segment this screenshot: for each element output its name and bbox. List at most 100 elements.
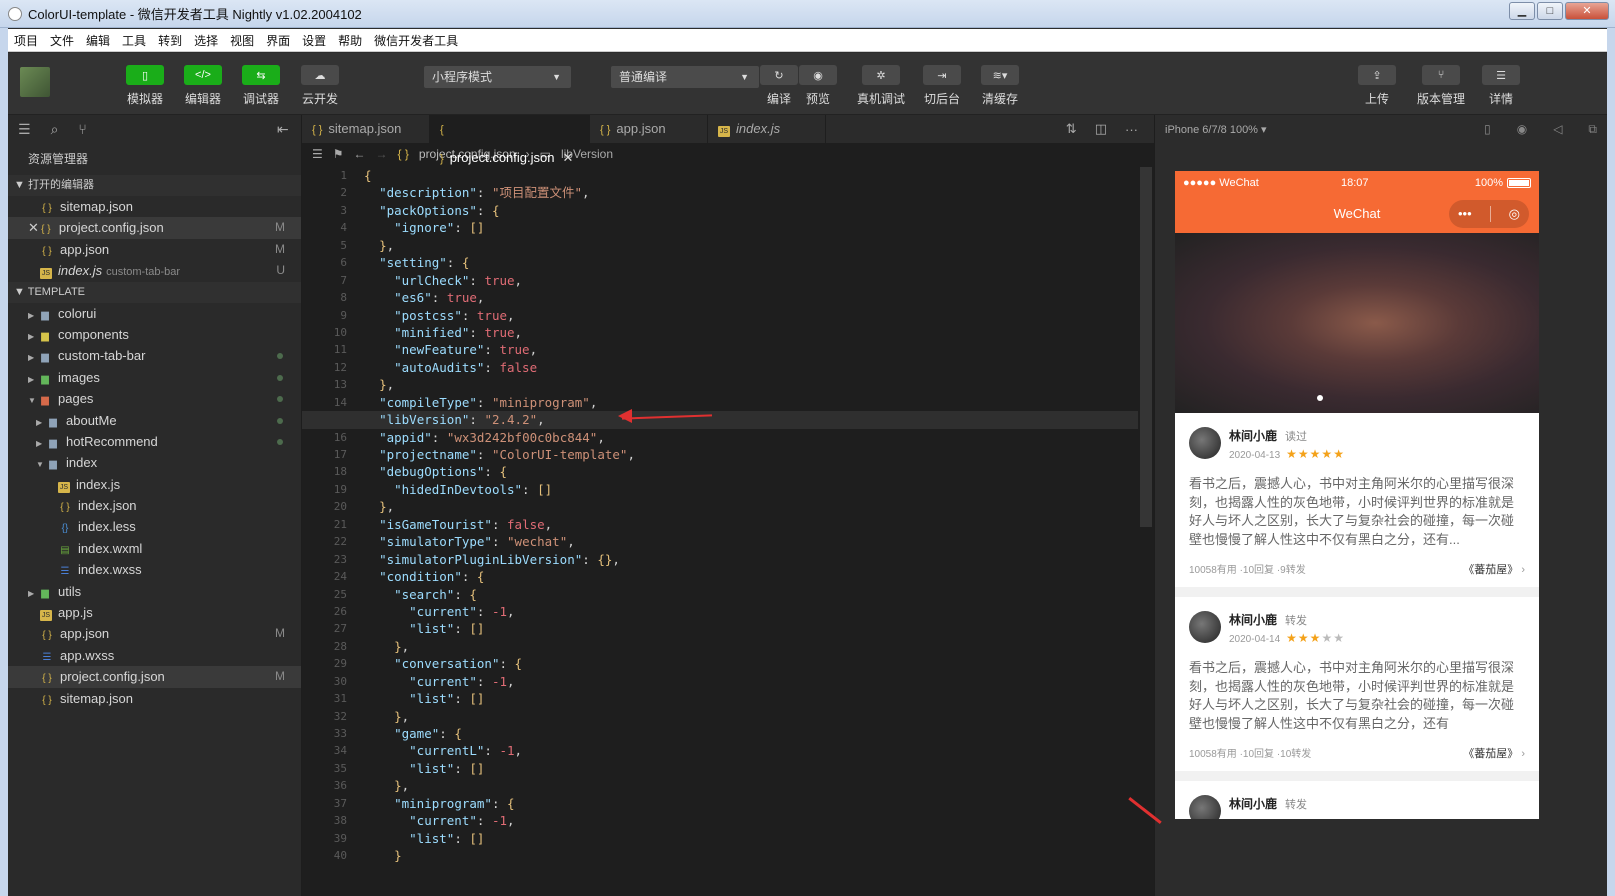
close-icon[interactable]: ✕: [28, 220, 39, 235]
open-file-app-json[interactable]: { } app.json M: [8, 239, 301, 260]
compile-mode-select[interactable]: 普通编译 ▼: [611, 66, 759, 88]
tree-app-js[interactable]: JS app.js: [8, 602, 301, 623]
code-line[interactable]: "projectname": "ColorUI-template",: [364, 446, 1144, 463]
more-dots-icon[interactable]: •••: [1458, 200, 1472, 228]
tree-index-js[interactable]: JS index.js: [8, 474, 301, 495]
remote-debug-button[interactable]: ✲ 真机调试: [851, 65, 911, 107]
tab-app-json[interactable]: { } app.json: [590, 115, 708, 143]
search-icon[interactable]: ⌕: [51, 121, 59, 138]
code-line[interactable]: "search": {: [364, 586, 1144, 603]
tree-utils[interactable]: ▶ ▆ utils: [8, 581, 301, 602]
maximize-button[interactable]: □: [1537, 2, 1563, 20]
tree-index-json[interactable]: { } index.json: [8, 495, 301, 516]
clear-cache-button[interactable]: ≋▾ 清缓存: [972, 65, 1028, 107]
tree-colorui[interactable]: ▶ ▆ colorui: [8, 303, 301, 324]
tree-index-less[interactable]: {} index.less: [8, 516, 301, 537]
code-line[interactable]: {: [364, 167, 1144, 184]
code-line[interactable]: },: [364, 376, 1144, 393]
menu-goto[interactable]: 转到: [152, 32, 188, 49]
tree-app-wxss[interactable]: ☰ app.wxss: [8, 645, 301, 666]
collapse-icon[interactable]: ⇤: [277, 121, 289, 138]
menu-interface[interactable]: 界面: [260, 32, 296, 49]
code-line[interactable]: "newFeature": true,: [364, 341, 1144, 358]
code-line[interactable]: "appid": "wx3d242bf00c0bc844",: [364, 429, 1144, 446]
outline-icon[interactable]: ☰: [312, 143, 323, 165]
code-line[interactable]: "simulatorType": "wechat",: [364, 533, 1144, 550]
close-circle-icon[interactable]: ◎: [1509, 200, 1520, 228]
code-line[interactable]: "postcss": true,: [364, 307, 1144, 324]
code-line[interactable]: "compileType": "miniprogram",: [364, 394, 1144, 411]
preview-button[interactable]: ◉ 预览: [790, 65, 846, 107]
code-line[interactable]: "description": "项目配置文件",: [364, 184, 1144, 201]
rotate-icon[interactable]: ▯: [1484, 122, 1491, 136]
minimize-button[interactable]: ▁: [1509, 2, 1535, 20]
code-line[interactable]: "conversation": {: [364, 655, 1144, 672]
tree-index-wxml[interactable]: ▤ index.wxml: [8, 538, 301, 559]
upload-button[interactable]: ⇪ 上传: [1349, 65, 1405, 107]
code-line[interactable]: "condition": {: [364, 568, 1144, 585]
tree-aboutme[interactable]: ▶ ▆ aboutMe: [8, 410, 301, 431]
tree-components[interactable]: ▶ ▆ components: [8, 324, 301, 345]
code-line[interactable]: },: [364, 237, 1144, 254]
code-line[interactable]: "miniprogram": {: [364, 795, 1144, 812]
split-editor-icon[interactable]: ◫: [1095, 121, 1107, 137]
code-line[interactable]: "es6": true,: [364, 289, 1144, 306]
menu-view[interactable]: 视图: [224, 32, 260, 49]
book-link[interactable]: 《蕃茄屋》 ›: [1463, 745, 1525, 761]
code-line[interactable]: "current": -1,: [364, 603, 1144, 620]
code-line[interactable]: "current": -1,: [364, 812, 1144, 829]
tree-index-wxss[interactable]: ☰ index.wxss: [8, 559, 301, 580]
editor-toggle[interactable]: </> 编辑器: [175, 65, 231, 107]
tree-project-config[interactable]: { } project.config.json M: [8, 666, 301, 688]
tree-images[interactable]: ▶ ▆ images: [8, 367, 301, 388]
code-line[interactable]: "minified": true,: [364, 324, 1144, 341]
template-header[interactable]: ▼ TEMPLATE: [8, 281, 301, 303]
code-line[interactable]: "packOptions": {: [364, 202, 1144, 219]
code-line[interactable]: },: [364, 638, 1144, 655]
compare-icon[interactable]: ⇅: [1066, 121, 1077, 137]
tree-pages[interactable]: ▼ ▆ pages: [8, 388, 301, 409]
code-line[interactable]: "isGameTourist": false,: [364, 516, 1144, 533]
open-editors-header[interactable]: ▼ 打开的编辑器: [8, 175, 301, 196]
post-card[interactable]: 林间小鹿 转发 2020-04-14 ★★★★★ 看书之后，震撼人心，书中对主角阿米…: [1175, 597, 1539, 781]
tab-sitemap-json[interactable]: { } sitemap.json: [302, 115, 430, 143]
simulator-toggle[interactable]: ▯ 模拟器: [117, 65, 173, 107]
code-line[interactable]: "current": -1,: [364, 673, 1144, 690]
code-area[interactable]: 1234567891011121314151617181920212223242…: [302, 167, 1154, 896]
tree-app-json[interactable]: { } app.json M: [8, 623, 301, 644]
code-line[interactable]: },: [364, 498, 1144, 515]
user-avatar[interactable]: [20, 67, 50, 97]
code-line[interactable]: "game": {: [364, 725, 1144, 742]
code-line[interactable]: "list": []: [364, 760, 1144, 777]
menu-file[interactable]: 文件: [44, 32, 80, 49]
book-link[interactable]: 《蕃茄屋》 ›: [1463, 561, 1525, 577]
bookmark-icon[interactable]: ⚑: [333, 143, 344, 165]
code-line[interactable]: "list": []: [364, 830, 1144, 847]
avatar[interactable]: [1189, 611, 1221, 643]
list-icon[interactable]: ☰: [18, 121, 31, 138]
device-select[interactable]: iPhone 6/7/8 100% ▾: [1165, 123, 1267, 136]
version-button[interactable]: ⑂ 版本管理: [1411, 65, 1471, 107]
code-line[interactable]: "simulatorPluginLibVersion": {},: [364, 551, 1144, 568]
close-button[interactable]: ✕: [1565, 2, 1609, 20]
details-button[interactable]: ☰ 详情: [1473, 65, 1529, 107]
tree-sitemap[interactable]: { } sitemap.json: [8, 688, 301, 709]
phone-screen[interactable]: ●●●●● WeChat 18:07 100% WeChat ••• ◎ 林间小…: [1175, 171, 1539, 819]
menu-select[interactable]: 选择: [188, 32, 224, 49]
open-file-sitemap[interactable]: { } sitemap.json: [8, 196, 301, 217]
avatar[interactable]: [1189, 427, 1221, 459]
tree-index-folder[interactable]: ▼ ▆ index: [8, 452, 301, 473]
code-line[interactable]: "libVersion": "2.4.2",: [302, 411, 1138, 429]
tab-index-js[interactable]: JS index.js: [708, 115, 826, 143]
backend-button[interactable]: ⇥ 切后台: [914, 65, 970, 107]
code-line[interactable]: "setting": {: [364, 254, 1144, 271]
menu-tools[interactable]: 工具: [116, 32, 152, 49]
code-line[interactable]: "autoAudits": false: [364, 359, 1144, 376]
avatar[interactable]: [1189, 795, 1221, 819]
code-line[interactable]: "hidedInDevtools": []: [364, 481, 1144, 498]
menu-settings[interactable]: 设置: [296, 32, 332, 49]
code-line[interactable]: "debugOptions": {: [364, 463, 1144, 480]
carousel-indicator[interactable]: [1317, 395, 1323, 401]
debugger-toggle[interactable]: ⇆ 调试器: [233, 65, 289, 107]
more-icon[interactable]: ···: [1125, 122, 1138, 137]
